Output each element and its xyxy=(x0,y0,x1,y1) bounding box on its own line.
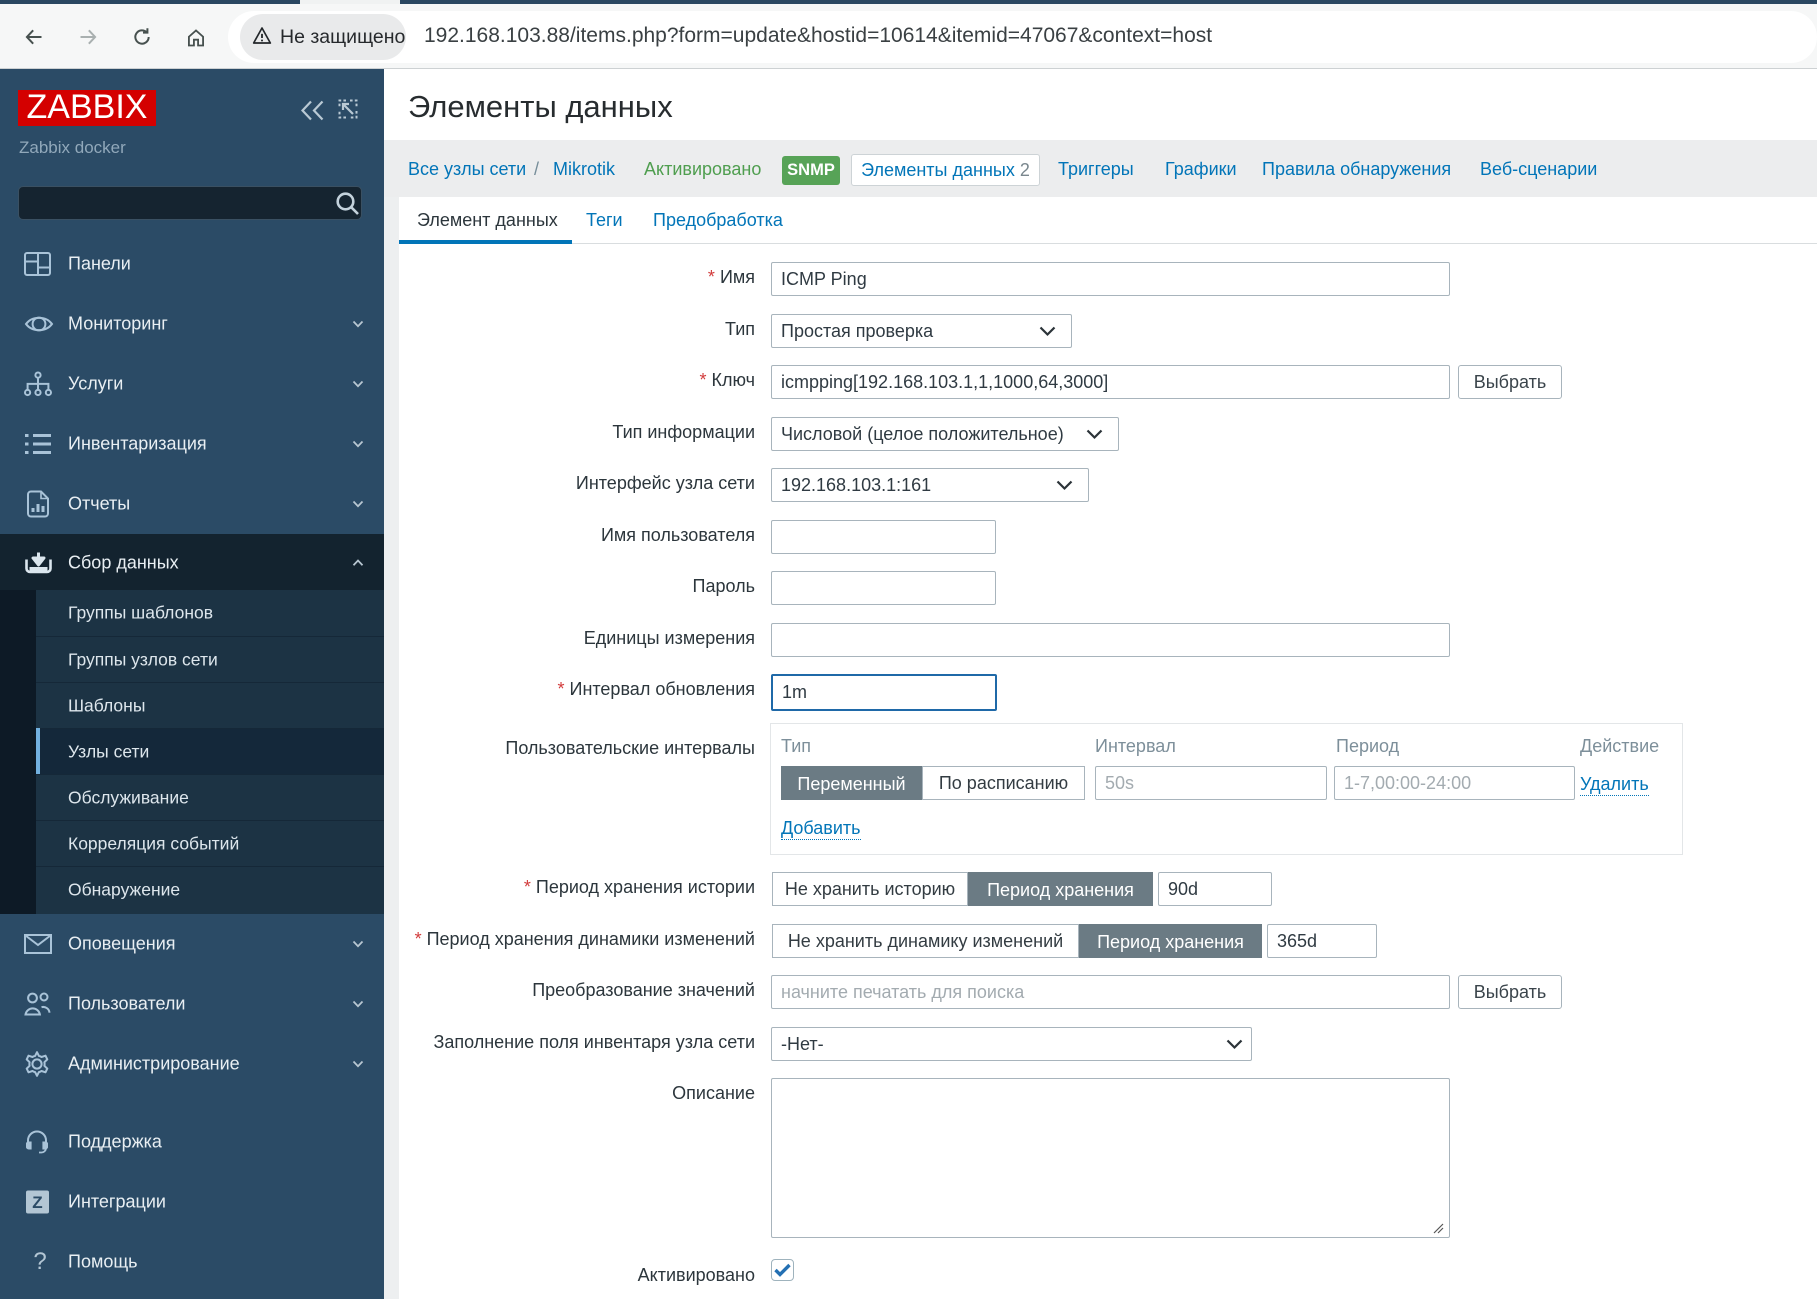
svg-text:Z: Z xyxy=(32,1193,42,1212)
